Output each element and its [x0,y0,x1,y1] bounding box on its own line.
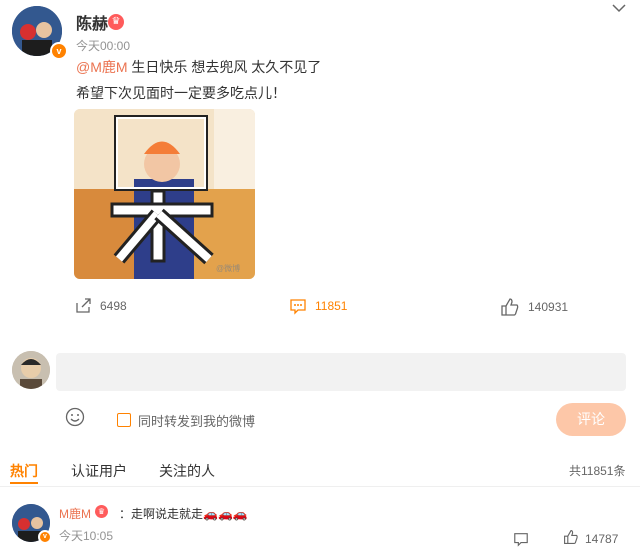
divider [0,486,640,487]
vip-crown-icon: ♛ [108,14,124,30]
comment-input[interactable] [56,353,626,391]
comment-button[interactable]: 11851 [289,297,347,315]
forward-label[interactable]: 同时转发到我的微博 [138,411,255,430]
verified-badge: v [50,42,68,60]
comment-text: ：走啊说走就走🚗🚗🚗 [119,507,248,521]
comment-vip-crown-icon: ♛ [95,505,108,518]
tab-following[interactable]: 关注的人 [159,461,215,481]
comment-time: 今天10:05 [59,529,114,543]
tab-active-indicator [10,482,38,484]
post-image[interactable]: @微博 [74,109,255,279]
like-button[interactable]: 140931 [500,297,568,317]
share-button[interactable]: 6498 [74,297,127,315]
chevron-down-icon[interactable] [611,1,627,19]
post-text-line1: @M鹿M 生日快乐 想去兜风 太久不见了 [76,57,321,77]
mention-link[interactable]: @M鹿M [76,59,128,75]
comment-icon [289,297,307,315]
tab-verified-users[interactable]: 认证用户 [71,461,127,481]
post-text-line1-rest: 生日快乐 想去兜风 太久不见了 [127,59,322,75]
comment-verified-badge: v [38,530,52,544]
comment-author-name[interactable]: M鹿M [59,505,91,522]
tab-hot[interactable]: 热门 [10,461,38,481]
comment-thumbs-up-icon [563,529,579,548]
post-timestamp[interactable]: 今天00:00 [76,37,130,54]
comment-like-count: 14787 [585,531,619,546]
reply-icon[interactable] [513,531,529,552]
thumbs-up-icon [500,297,520,317]
forward-checkbox[interactable] [117,413,131,427]
post-author-name[interactable]: 陈赫 [76,10,108,34]
comment-like-button[interactable]: 14787 [563,529,618,548]
post-text-line2: 希望下次见面时一定要多吃点儿！ [76,85,286,101]
comment-count: 11851 [315,299,348,313]
submit-comment-button[interactable]: 评论 [556,403,626,436]
share-icon [74,297,92,315]
share-count: 6498 [100,299,127,313]
comment-total-count: 共11851条 [569,464,626,478]
image-watermark: @微博 [216,264,241,273]
current-user-avatar[interactable] [12,351,50,389]
emoji-icon[interactable] [65,407,85,432]
like-count: 140931 [528,300,569,314]
